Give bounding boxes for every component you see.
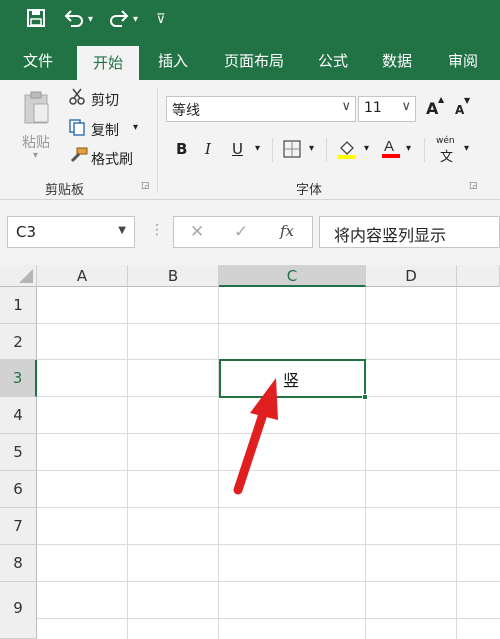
phonetic-char-icon: 文 (440, 150, 454, 165)
gridline (218, 287, 219, 639)
font-name-value: 等线 (172, 103, 200, 119)
gridline (37, 544, 500, 545)
italic-button[interactable]: I (205, 140, 211, 158)
column-header-b[interactable]: B (128, 265, 219, 287)
phonetic-dropdown-icon[interactable]: ▾ (464, 143, 469, 154)
undo-icon[interactable] (63, 8, 85, 35)
format-painter-button[interactable]: 格式刷 (91, 149, 133, 169)
shrink-font-button[interactable]: A (455, 103, 464, 117)
undo-dropdown-icon[interactable]: ▾ (88, 8, 93, 32)
ribbon-home: 粘贴 ▾ 剪切 复制 ▾ 格式刷 剪贴板 ◲ 等线 ∨ 11 ∨ A ▲ A ▼… (0, 80, 500, 200)
tab-file[interactable]: 文件 (10, 42, 66, 80)
paste-dropdown-icon[interactable]: ▾ (33, 150, 38, 161)
tab-formulas[interactable]: 公式 (306, 42, 360, 80)
enter-icon[interactable]: ✓ (234, 222, 248, 242)
tab-home[interactable]: 开始 (77, 46, 139, 80)
row-header-8[interactable]: 8 (0, 545, 37, 582)
underline-button[interactable]: U (232, 140, 243, 158)
cut-button[interactable]: 剪切 (91, 90, 119, 110)
tab-review[interactable]: 审阅 (436, 42, 490, 80)
worksheet-grid[interactable]: A B C D 1 2 3 4 5 6 7 8 9 竖 (0, 265, 500, 639)
fill-color-dropdown-icon[interactable]: ▾ (364, 143, 369, 154)
divider (424, 138, 425, 162)
grow-font-button[interactable]: A (426, 99, 438, 118)
formula-input[interactable]: 将内容竖列显示 (319, 216, 500, 248)
row-header-6[interactable]: 6 (0, 471, 37, 508)
shrink-arrow-icon: ▼ (464, 96, 471, 105)
font-launcher-icon[interactable]: ◲ (469, 181, 478, 191)
grow-arrow-icon: ▲ (438, 95, 445, 104)
row-header-1[interactable]: 1 (0, 287, 37, 324)
tab-page-layout[interactable]: 页面布局 (212, 42, 296, 80)
gridline (37, 581, 500, 582)
fill-color-icon[interactable] (336, 138, 358, 164)
quick-access-toolbar: ▾ ▾ ⊽ (0, 0, 500, 42)
save-icon[interactable] (26, 8, 46, 35)
borders-icon[interactable] (283, 140, 301, 162)
row-header-5[interactable]: 5 (0, 434, 37, 471)
divider (272, 138, 273, 162)
font-group-label: 字体 (296, 183, 323, 198)
chevron-down-icon: ∨ (341, 99, 351, 114)
select-all-corner[interactable] (0, 265, 37, 287)
redo-dropdown-icon[interactable]: ▾ (133, 8, 138, 32)
column-header-d[interactable]: D (366, 265, 457, 287)
row-header-7[interactable]: 7 (0, 508, 37, 545)
name-box[interactable]: C3 ▼ (7, 216, 135, 248)
divider (326, 138, 327, 162)
column-header-a[interactable]: A (37, 265, 128, 287)
gridline (37, 507, 500, 508)
format-painter-icon[interactable] (68, 147, 88, 169)
bold-button[interactable]: B (176, 140, 187, 158)
row-header-4[interactable]: 4 (0, 397, 37, 434)
row-header-3[interactable]: 3 (0, 360, 37, 397)
formula-buttons: ✕ ✓ fx (173, 216, 313, 248)
gridline (37, 323, 500, 324)
customize-qat-icon[interactable]: ⊽ (156, 8, 166, 32)
fill-handle[interactable] (362, 394, 368, 400)
scissors-icon[interactable] (68, 88, 86, 110)
column-header-c[interactable]: C (219, 265, 366, 287)
tab-data[interactable]: 数据 (370, 42, 424, 80)
row-header-9[interactable]: 9 (0, 582, 37, 639)
red-arrow-annotation (233, 378, 278, 495)
gridline (37, 618, 500, 619)
font-color-icon[interactable]: A (380, 136, 402, 164)
ribbon-tabs: 文件 开始 插入 页面布局 公式 数据 审阅 (0, 42, 500, 80)
copy-icon[interactable] (68, 118, 86, 140)
font-size-value: 11 (364, 100, 382, 116)
tab-insert[interactable]: 插入 (146, 42, 200, 80)
cancel-icon[interactable]: ✕ (190, 222, 204, 242)
chevron-down-icon: ∨ (401, 99, 411, 114)
phonetic-guide-button[interactable]: wén (436, 136, 455, 146)
paste-icon[interactable] (22, 90, 52, 130)
copy-dropdown-icon[interactable]: ▾ (133, 122, 138, 133)
svg-text:A: A (384, 138, 394, 155)
drag-handle-icon[interactable]: ⋮ (150, 222, 164, 238)
clipboard-group-label: 剪贴板 (45, 183, 85, 198)
borders-dropdown-icon[interactable]: ▾ (309, 143, 314, 154)
gridline (127, 287, 128, 639)
underline-dropdown-icon[interactable]: ▾ (255, 143, 260, 154)
copy-button[interactable]: 复制 (91, 120, 119, 140)
insert-function-button[interactable]: fx (280, 222, 294, 240)
column-header-e[interactable] (457, 265, 500, 287)
clipboard-launcher-icon[interactable]: ◲ (141, 181, 150, 191)
formula-content: 将内容竖列显示 (334, 226, 447, 245)
font-size-select[interactable]: 11 ∨ (358, 96, 416, 122)
formula-bar: C3 ▼ ⋮ ✕ ✓ fx 将内容竖列显示 (0, 200, 500, 265)
gridline (365, 287, 366, 639)
row-header-2[interactable]: 2 (0, 324, 37, 360)
font-name-select[interactable]: 等线 ∨ (166, 96, 356, 122)
name-box-dropdown-icon[interactable]: ▼ (118, 225, 126, 236)
gridline (456, 287, 457, 639)
redo-icon[interactable] (108, 8, 130, 35)
group-divider (157, 88, 158, 193)
paste-button[interactable]: 粘贴 (22, 132, 50, 152)
name-box-value: C3 (16, 223, 37, 241)
font-color-dropdown-icon[interactable]: ▾ (406, 143, 411, 154)
